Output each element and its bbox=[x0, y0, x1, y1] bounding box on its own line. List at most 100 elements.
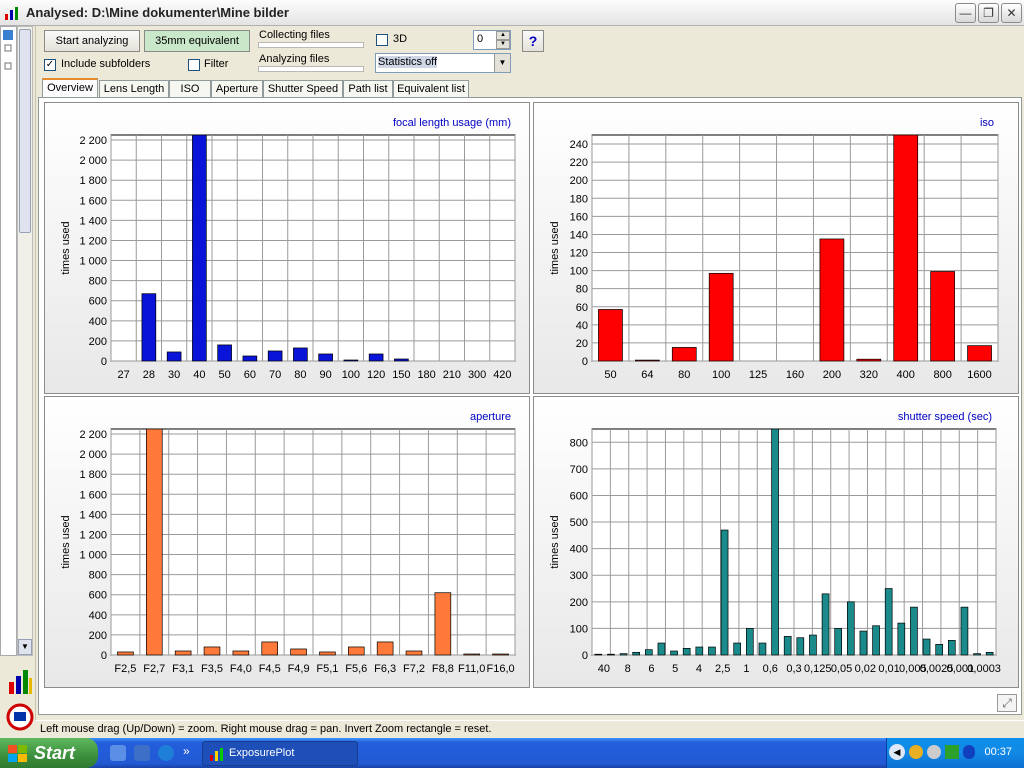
start-analyzing-button[interactable]: Start analyzing bbox=[44, 30, 140, 52]
x-tick-label: 4 bbox=[696, 663, 702, 675]
bar bbox=[267, 350, 283, 362]
scroll-down-icon[interactable]: ▼ bbox=[18, 639, 32, 655]
bar bbox=[720, 529, 729, 656]
scroll-thumb[interactable] bbox=[19, 29, 31, 233]
bar bbox=[884, 588, 893, 656]
network-icon[interactable] bbox=[909, 745, 923, 759]
chart-panel-iso[interactable]: iso times used 0 20 40 60 80 100 120 140 160 180 200… bbox=[533, 102, 1019, 394]
y-tick-label: 180 bbox=[570, 193, 588, 205]
y-axis-label: times used bbox=[60, 515, 72, 568]
chevron-down-icon[interactable]: ▼ bbox=[494, 54, 510, 72]
spin-down-icon[interactable]: ▼ bbox=[496, 40, 510, 49]
include-subfolders-checkbox[interactable]: ✓ bbox=[44, 59, 56, 71]
close-button[interactable]: ✕ bbox=[1001, 3, 1022, 23]
tray-app-icon[interactable] bbox=[945, 745, 959, 759]
bar bbox=[796, 637, 805, 656]
3d-checkbox[interactable] bbox=[376, 34, 388, 46]
x-tick-label: 8 bbox=[625, 663, 631, 675]
tab-shutter-speed[interactable]: Shutter Speed bbox=[263, 80, 343, 98]
tab-equivalent-list[interactable]: Equivalent list bbox=[393, 80, 469, 98]
x-tick-label: 180 bbox=[417, 369, 435, 381]
ie-icon[interactable] bbox=[158, 745, 174, 761]
equivalent-button[interactable]: 35mm equivalent bbox=[144, 30, 250, 52]
bar bbox=[232, 650, 250, 656]
tray-back-icon[interactable]: ◀ bbox=[889, 744, 905, 760]
y-tick-label: 500 bbox=[570, 517, 588, 529]
x-tick-label: 2,5 bbox=[715, 663, 730, 675]
collecting-progress bbox=[258, 42, 364, 48]
minimize-button[interactable]: — bbox=[955, 3, 976, 23]
y-tick-label: 240 bbox=[570, 139, 588, 151]
maximize-button[interactable]: ❐ bbox=[978, 3, 999, 23]
tab-aperture[interactable]: Aperture bbox=[211, 80, 263, 98]
chart-icon[interactable] bbox=[6, 666, 34, 696]
bar bbox=[203, 646, 221, 656]
tab-overview[interactable]: Overview bbox=[42, 78, 98, 99]
help-button[interactable]: ? bbox=[522, 30, 544, 52]
x-tick-label: 80 bbox=[678, 369, 690, 381]
statistics-select[interactable]: Statistics off ▼ bbox=[375, 53, 511, 73]
bar bbox=[930, 271, 955, 362]
more-icon[interactable]: » bbox=[183, 744, 190, 758]
bar bbox=[733, 642, 742, 656]
y-tick-label: 2 200 bbox=[79, 135, 107, 147]
filter-checkbox[interactable] bbox=[188, 59, 200, 71]
spin-input[interactable]: 0 ▲ ▼ bbox=[473, 30, 511, 50]
x-tick-label: 0,6 bbox=[763, 663, 778, 675]
folder-tree[interactable] bbox=[0, 26, 17, 656]
bluetooth-icon[interactable] bbox=[963, 745, 975, 759]
shutter-speed-chart: shutter speed (sec) times used 0 100 200 300 4… bbox=[549, 411, 1001, 675]
bar bbox=[434, 592, 452, 656]
y-tick-label: 100 bbox=[570, 623, 588, 635]
start-button[interactable]: Start bbox=[0, 738, 98, 768]
x-tick-label: 0,0003 bbox=[967, 663, 1001, 675]
chart-panel-shutter[interactable]: shutter speed (sec) times used 0 100 200 300 4… bbox=[533, 396, 1019, 688]
overview-content: focal length usage (mm) times used 0 200 400… bbox=[38, 97, 1022, 715]
x-tick-label: 0,3 bbox=[786, 663, 801, 675]
window-title: Analysed: D:\Mine dokumenter\Mine bilder bbox=[26, 5, 289, 20]
bar bbox=[745, 628, 754, 656]
chart-panel-aperture[interactable]: aperture times used 0 200 400 600 800 1 000 1 20… bbox=[44, 396, 530, 688]
bar bbox=[217, 344, 232, 362]
tab-iso[interactable]: ISO bbox=[169, 80, 211, 98]
bar bbox=[657, 642, 666, 656]
x-tick-label: 100 bbox=[342, 369, 360, 381]
y-tick-label: 40 bbox=[576, 320, 588, 332]
app-quicklaunch-icon[interactable] bbox=[134, 745, 150, 761]
bar bbox=[319, 651, 336, 656]
chart-panel-focal[interactable]: focal length usage (mm) times used 0 200 400… bbox=[44, 102, 530, 394]
taskbar: Start » ExposurePlot ◀ 00:37 bbox=[0, 738, 1024, 768]
bar bbox=[644, 649, 653, 656]
y-tick-label: 2 000 bbox=[79, 155, 107, 167]
y-axis-label: times used bbox=[549, 515, 561, 568]
tab-path-list[interactable]: Path list bbox=[343, 80, 393, 98]
camera-icon[interactable] bbox=[6, 702, 34, 732]
sound-icon[interactable] bbox=[927, 745, 941, 759]
bar bbox=[973, 653, 981, 656]
tab-lens-length[interactable]: Lens Length bbox=[99, 80, 169, 98]
chart-title: aperture bbox=[470, 411, 511, 423]
bar bbox=[708, 272, 734, 362]
spin-up-icon[interactable]: ▲ bbox=[496, 31, 510, 40]
bar bbox=[192, 134, 207, 362]
x-tick-label: F4,0 bbox=[230, 663, 252, 675]
desktop-icon[interactable] bbox=[110, 745, 126, 761]
bar bbox=[897, 622, 906, 656]
fullscreen-icon[interactable]: ⤢ bbox=[997, 694, 1017, 712]
bar bbox=[856, 358, 882, 362]
x-tick-label: F16,0 bbox=[487, 663, 515, 675]
x-tick-label: F5,6 bbox=[345, 663, 367, 675]
taskbar-item-exposureplot[interactable]: ExposurePlot bbox=[202, 741, 358, 766]
bar bbox=[405, 650, 423, 656]
y-tick-label: 120 bbox=[570, 248, 588, 260]
y-tick-label: 80 bbox=[576, 284, 588, 296]
statistics-value: Statistics off bbox=[378, 56, 438, 68]
bar bbox=[343, 359, 359, 362]
tree-scrollbar[interactable]: ▼ bbox=[17, 26, 33, 656]
bar bbox=[463, 653, 480, 656]
y-axis-label: times used bbox=[60, 221, 72, 274]
y-tick-label: 140 bbox=[570, 229, 588, 241]
x-tick-label: F2,7 bbox=[143, 663, 165, 675]
x-tick-label: 800 bbox=[933, 369, 951, 381]
x-tick-label: F3,5 bbox=[201, 663, 223, 675]
